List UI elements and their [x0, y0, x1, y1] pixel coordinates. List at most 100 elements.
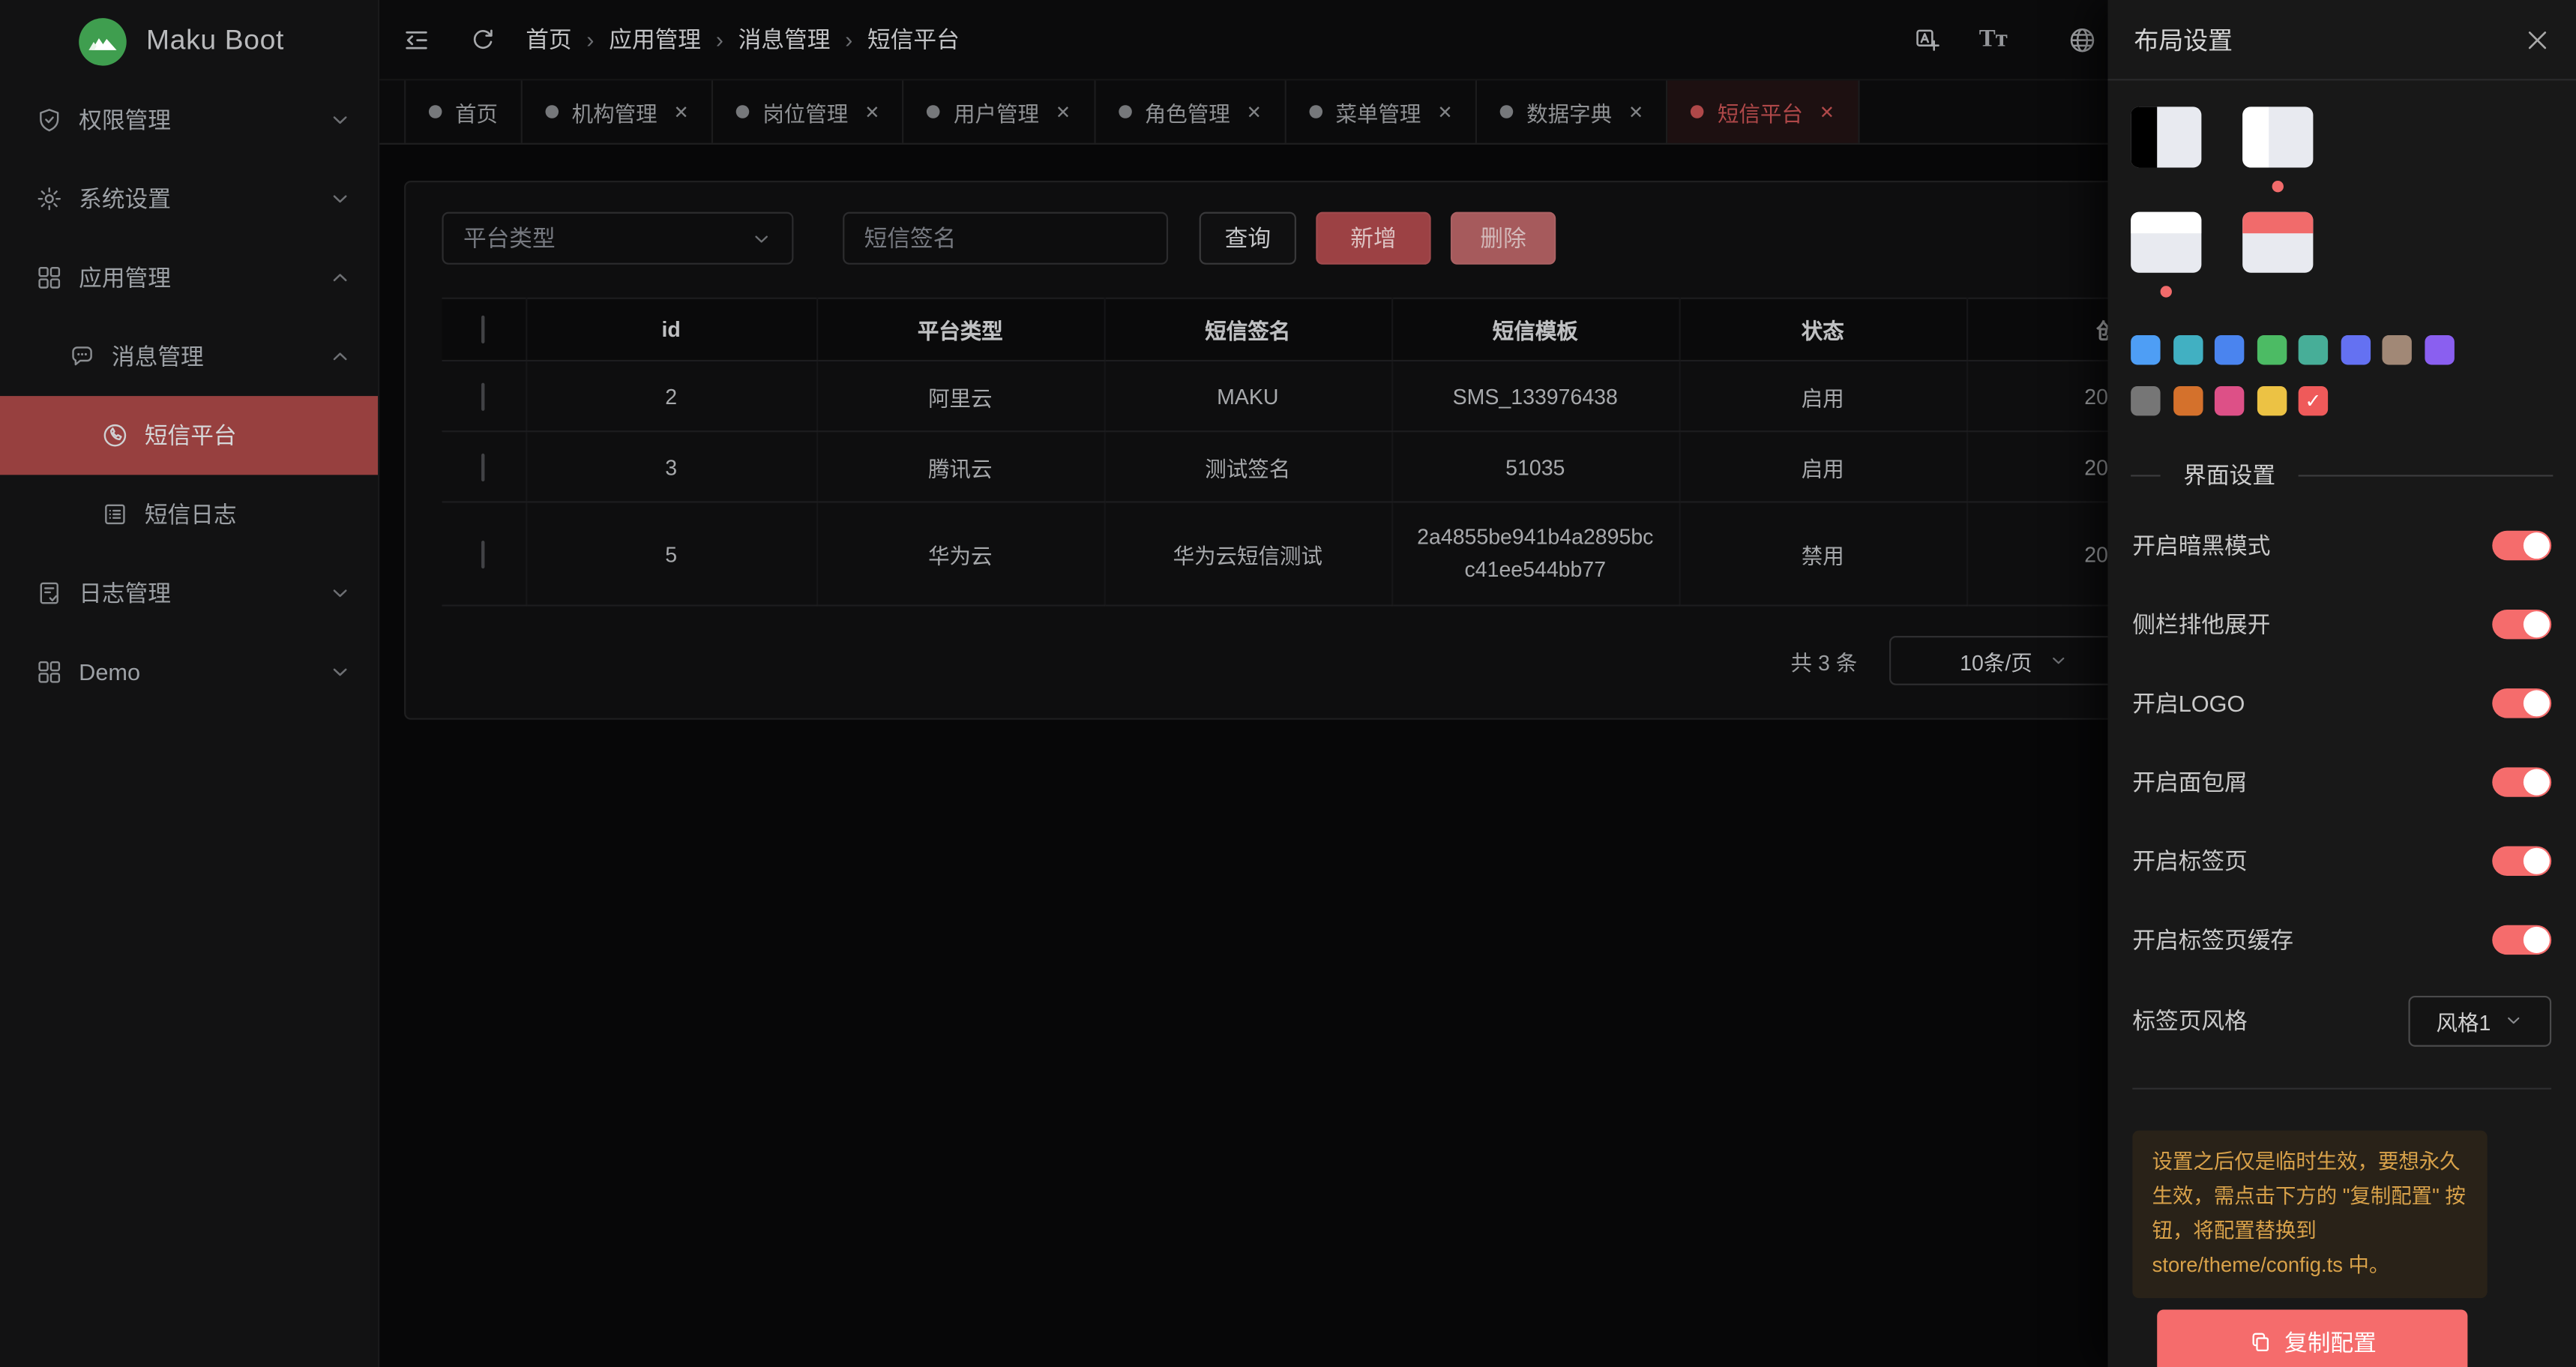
table-row: 3 腾讯云 测试签名 51035 启用 2022-08-20 [442, 431, 2311, 502]
layout-option-light-sidebar[interactable] [2242, 106, 2313, 167]
theme-color-swatch[interactable] [2257, 335, 2286, 364]
font-size-icon[interactable]: Tᴛ [1979, 25, 2008, 53]
theme-color-swatch[interactable] [2215, 335, 2244, 364]
divider [2132, 1088, 2551, 1090]
select-placeholder: 平台类型 [463, 222, 556, 255]
cell-id: 2 [526, 361, 816, 431]
close-tab-icon[interactable] [674, 101, 689, 122]
logo-toggle[interactable] [2492, 688, 2551, 718]
sidebar-item-label: 短信日志 [145, 498, 237, 531]
add-button[interactable]: 新增 [1316, 212, 1430, 265]
row-checkbox[interactable] [482, 453, 485, 481]
section-title: 界面设置 [2183, 458, 2275, 491]
globe-icon[interactable] [2068, 25, 2096, 53]
sidebar-item-sms-platform[interactable]: 短信平台 [0, 396, 378, 475]
tab-label: 机构管理 [572, 96, 657, 127]
tab-menu-management[interactable]: 菜单管理 [1287, 80, 1478, 142]
sidebar-item-sms-log[interactable]: 短信日志 [0, 475, 378, 553]
tab-label: 角色管理 [1145, 96, 1230, 127]
search-button[interactable]: 查询 [1200, 212, 1296, 265]
refresh-icon[interactable] [470, 26, 496, 52]
sidebar-item-log-management[interactable]: 日志管理 [0, 553, 378, 632]
collapse-sidebar-icon[interactable] [403, 25, 430, 53]
cell-status: 禁用 [1679, 502, 1966, 605]
tab-role-management[interactable]: 角色管理 [1095, 80, 1287, 142]
column-header-status: 状态 [1679, 298, 1966, 361]
breadcrumb-app-management[interactable]: 应用管理 [609, 23, 701, 56]
copy-icon [2248, 1331, 2272, 1354]
column-header-id: id [526, 298, 816, 361]
sms-platform-table: id 平台类型 短信签名 短信模板 状态 创建时间 2 阿里云 MAKU SM [442, 298, 2312, 607]
toggle-label: 开启LOGO [2132, 687, 2245, 720]
theme-color-swatch[interactable] [2131, 335, 2160, 364]
theme-color-swatch[interactable] [2215, 386, 2244, 415]
close-tab-icon[interactable] [1056, 101, 1071, 122]
platform-type-select[interactable]: 平台类型 [442, 212, 793, 265]
drawer-title: 布局设置 [2134, 22, 2233, 57]
toggle-row-breadcrumb: 开启面包屑 [2132, 742, 2551, 821]
close-tab-icon[interactable] [1628, 101, 1643, 122]
drawer-header: 布局设置 [2107, 0, 2576, 80]
delete-button[interactable]: 删除 [1451, 212, 1556, 265]
layout-option-primary-header[interactable] [2242, 212, 2313, 273]
chevron-down-icon [2504, 1011, 2524, 1030]
theme-color-swatch[interactable] [2299, 335, 2328, 364]
breadcrumb-message-management[interactable]: 消息管理 [738, 23, 831, 56]
breadcrumb-toggle[interactable] [2492, 767, 2551, 796]
theme-color-swatch[interactable] [2257, 386, 2286, 415]
close-tab-icon[interactable] [1247, 101, 1262, 122]
close-tab-icon[interactable] [864, 101, 879, 122]
close-tab-icon[interactable] [1820, 101, 1835, 122]
row-checkbox[interactable] [482, 382, 485, 409]
tab-user-management[interactable]: 用户管理 [904, 80, 1095, 142]
tab-style-select[interactable]: 风格1 [2408, 995, 2551, 1046]
sidebar-item-label: Demo [79, 659, 140, 685]
layout-option-dark-sidebar[interactable] [2131, 106, 2201, 167]
dark-mode-toggle[interactable] [2492, 531, 2551, 560]
sms-sign-input[interactable] [843, 212, 1168, 265]
divider [2131, 474, 2160, 475]
translate-icon[interactable] [1913, 25, 1941, 53]
toggle-label: 开启面包屑 [2132, 766, 2247, 799]
theme-color-swatch[interactable] [2173, 386, 2202, 415]
copy-config-button[interactable]: 复制配置 [2157, 1309, 2467, 1367]
tabs-toggle[interactable] [2492, 847, 2551, 876]
sidebar-item-system-settings[interactable]: 系统设置 [0, 160, 378, 238]
table-row: 5 华为云 华为云短信测试 2a4855be941b4a2895bcc41ee5… [442, 502, 2311, 605]
tab-dot-icon [1500, 105, 1514, 118]
tab-post-management[interactable]: 岗位管理 [714, 80, 905, 142]
sidebar-item-demo[interactable]: Demo [0, 633, 378, 712]
breadcrumb-home[interactable]: 首页 [526, 23, 571, 56]
tab-org-management[interactable]: 机构管理 [523, 80, 714, 142]
tab-dot-icon [429, 105, 442, 118]
tab-home[interactable]: 首页 [404, 80, 523, 142]
theme-color-swatch[interactable] [2382, 335, 2411, 364]
page-size-select[interactable]: 10条/页 [1889, 636, 2139, 685]
toggle-label: 开启标签页缓存 [2132, 924, 2293, 957]
chevron-down-icon [328, 582, 352, 605]
sidebar-item-permissions[interactable]: 权限管理 [0, 80, 378, 159]
tab-cache-toggle[interactable] [2492, 925, 2551, 955]
thumb-header-bar [2242, 212, 2313, 233]
row-checkbox[interactable] [482, 540, 485, 568]
sidebar-accordion-toggle[interactable] [2492, 610, 2551, 639]
sidebar-item-message-management[interactable]: 消息管理 [0, 317, 378, 396]
close-tab-icon[interactable] [1437, 101, 1452, 122]
logo: Maku Boot [0, 0, 378, 82]
layout-option-light-header[interactable] [2131, 212, 2201, 273]
sidebar-item-app-management[interactable]: 应用管理 [0, 238, 378, 317]
tab-sms-platform[interactable]: 短信平台 [1668, 80, 1859, 142]
tab-dot-icon [927, 105, 941, 118]
theme-color-swatch[interactable] [2173, 335, 2202, 364]
theme-color-swatch[interactable] [2424, 335, 2453, 364]
tab-data-dictionary[interactable]: 数据字典 [1477, 80, 1668, 142]
selected-layout-dot [2161, 286, 2172, 297]
theme-color-swatch-selected[interactable] [2299, 386, 2328, 415]
theme-color-swatch[interactable] [2341, 335, 2370, 364]
close-drawer-icon[interactable] [2525, 27, 2550, 52]
sidebar-item-label: 系统设置 [79, 182, 171, 215]
theme-color-swatch[interactable] [2131, 386, 2160, 415]
chevron-down-icon [750, 227, 771, 248]
select-all-checkbox[interactable] [482, 316, 485, 343]
sidebar-item-label: 短信平台 [145, 419, 237, 452]
